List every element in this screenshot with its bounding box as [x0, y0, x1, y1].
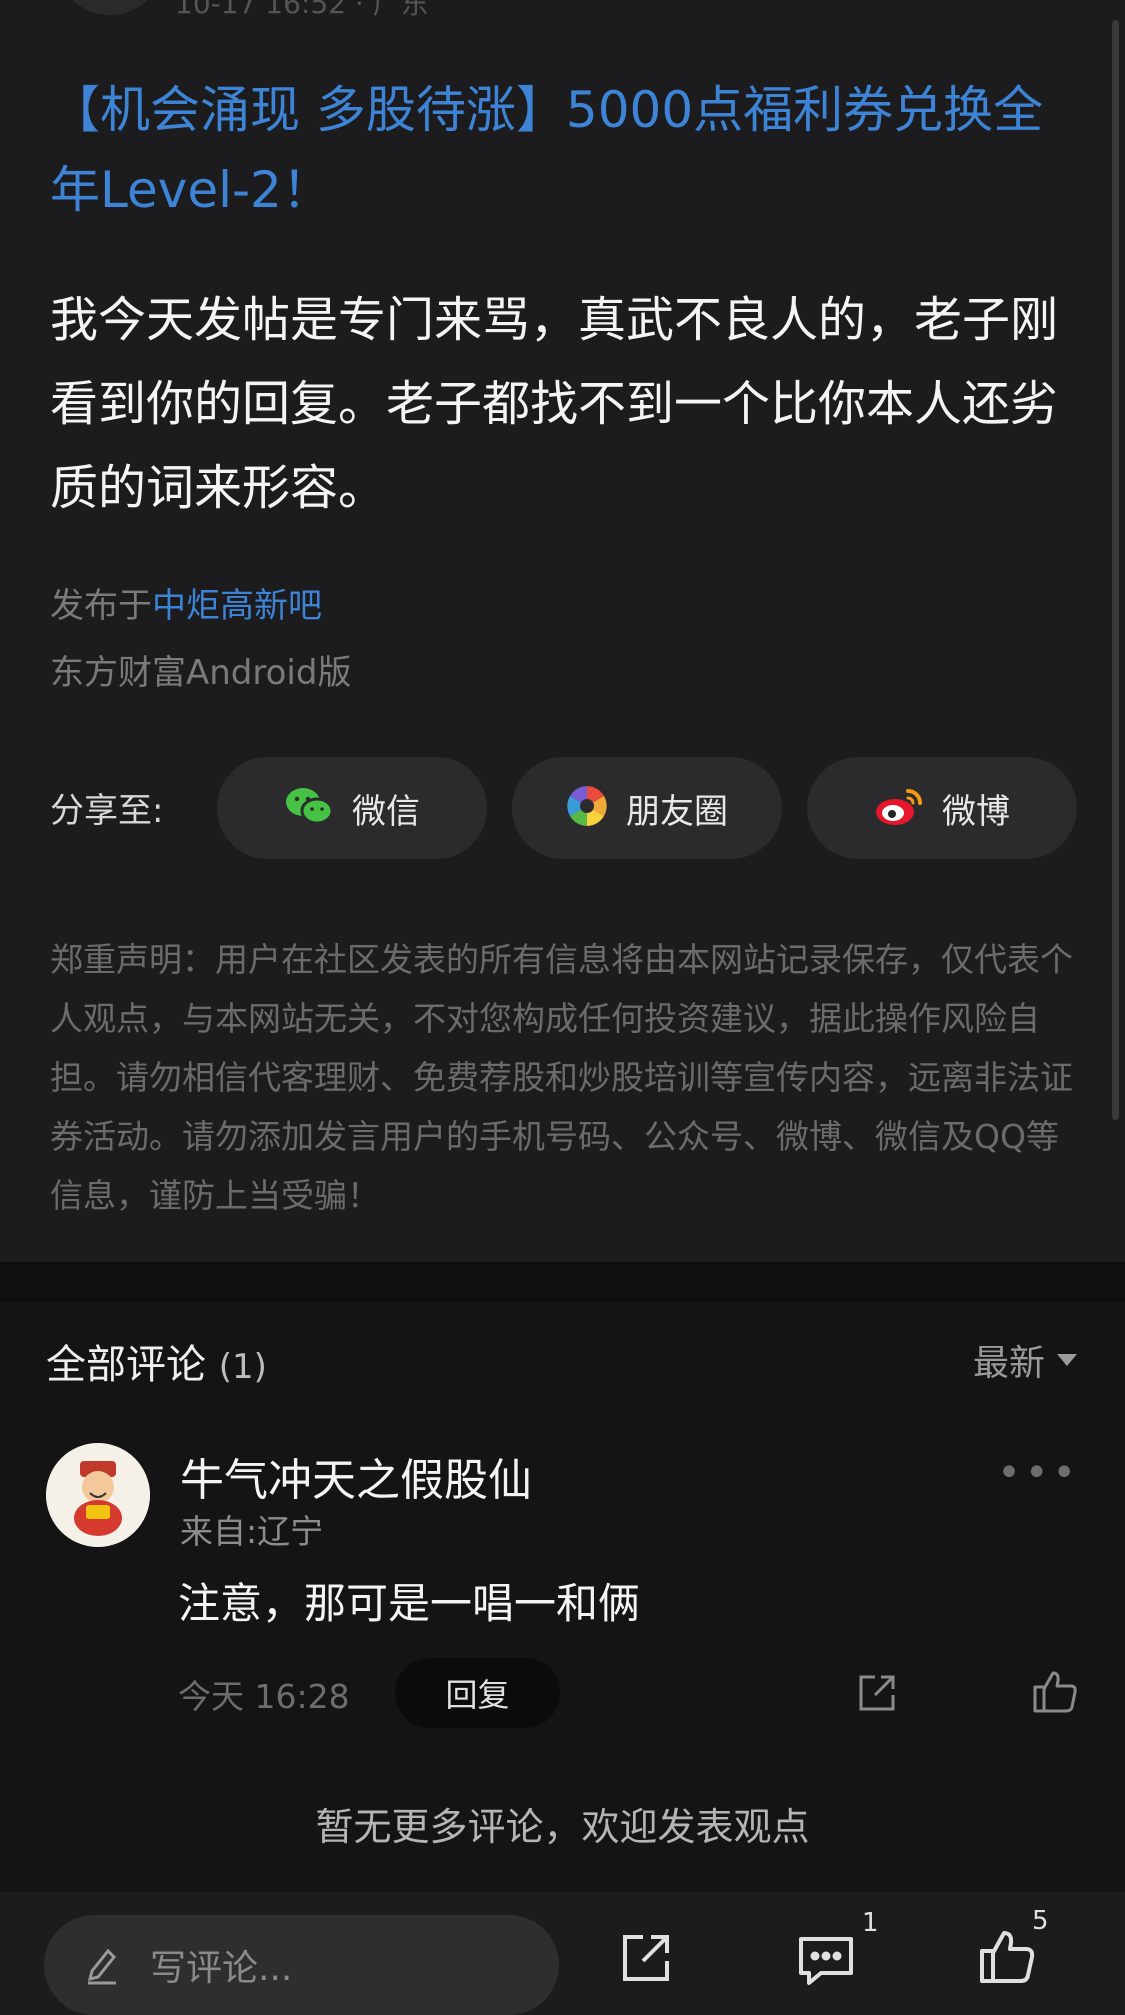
comment-text: 注意，那可是一唱一和俩 — [178, 1579, 641, 1628]
wechat-icon — [284, 786, 334, 830]
sort-dropdown[interactable]: 最新 — [973, 1334, 1077, 1386]
post-title[interactable]: 【机会涌现 多股待涨】5000点福利券兑换全年Level-2！ — [50, 70, 1080, 230]
client-source: 东方财富Android版 — [50, 653, 352, 693]
commenter-name[interactable]: 牛气冲天之假股仙 — [180, 1444, 532, 1508]
weibo-icon — [874, 785, 924, 831]
moments-icon — [566, 785, 608, 831]
reply-button[interactable]: 回复 — [395, 1658, 560, 1728]
comments-count: (1) — [218, 1347, 267, 1387]
no-more-comments: 暂无更多评论，欢迎发表观点 — [315, 1805, 810, 1849]
share-comment-icon[interactable] — [852, 1668, 902, 1718]
comment-time: 今天 16:28 — [178, 1677, 350, 1716]
comment-count-icon[interactable] — [796, 1937, 856, 1985]
pencil-icon — [84, 1945, 120, 1985]
share-moments-button[interactable]: 朋友圈 — [512, 757, 782, 859]
share-weibo-button[interactable]: 微博 — [807, 757, 1077, 859]
comments-title: 全部评论 — [46, 1342, 206, 1388]
like-post-icon[interactable] — [976, 1928, 1038, 1984]
share-post-icon[interactable] — [618, 1932, 674, 1984]
post-body: 我今天发帖是专门来骂，真武不良人的，老子刚看到你的回复。老子都找不到一个比你本人… — [50, 292, 1059, 516]
like-comment-icon[interactable] — [1028, 1664, 1082, 1718]
author-avatar[interactable] — [55, 0, 165, 15]
more-options-icon[interactable]: ••• — [997, 1450, 1080, 1496]
comment-input[interactable]: 写评论... — [44, 1915, 559, 2015]
share-label: 分享至: — [50, 791, 164, 831]
forum-link[interactable]: 中炬高新吧 — [152, 586, 322, 626]
commenter-avatar[interactable] — [46, 1443, 150, 1547]
share-moments-label: 朋友圈 — [626, 791, 728, 832]
published-prefix: 发布于 — [50, 586, 152, 626]
commenter-location: 来自:辽宁 — [180, 1512, 324, 1551]
sort-label: 最新 — [972, 1343, 1045, 1384]
like-count-badge: 5 — [1032, 1906, 1049, 1936]
published-in: 发布于中炬高新吧 — [50, 578, 322, 627]
disclaimer: 郑重声明：用户在社区发表的所有信息将由本网站记录保存，仅代表个人观点，与本网站无… — [50, 940, 1073, 1215]
share-wechat-button[interactable]: 微信 — [217, 757, 487, 859]
comment-placeholder: 写评论... — [150, 1948, 293, 1989]
scrollbar-thumb[interactable] — [1112, 20, 1119, 1120]
section-divider — [0, 1262, 1125, 1302]
share-weibo-label: 微博 — [942, 791, 1010, 832]
share-wechat-label: 微信 — [352, 791, 420, 832]
caret-down-icon — [1057, 1354, 1077, 1366]
comment-count-badge: 1 — [862, 1908, 879, 1938]
comments-heading: 全部评论 (1) — [46, 1332, 267, 1390]
post-meta: 10-17 16:52 · 广东 — [175, 0, 429, 20]
